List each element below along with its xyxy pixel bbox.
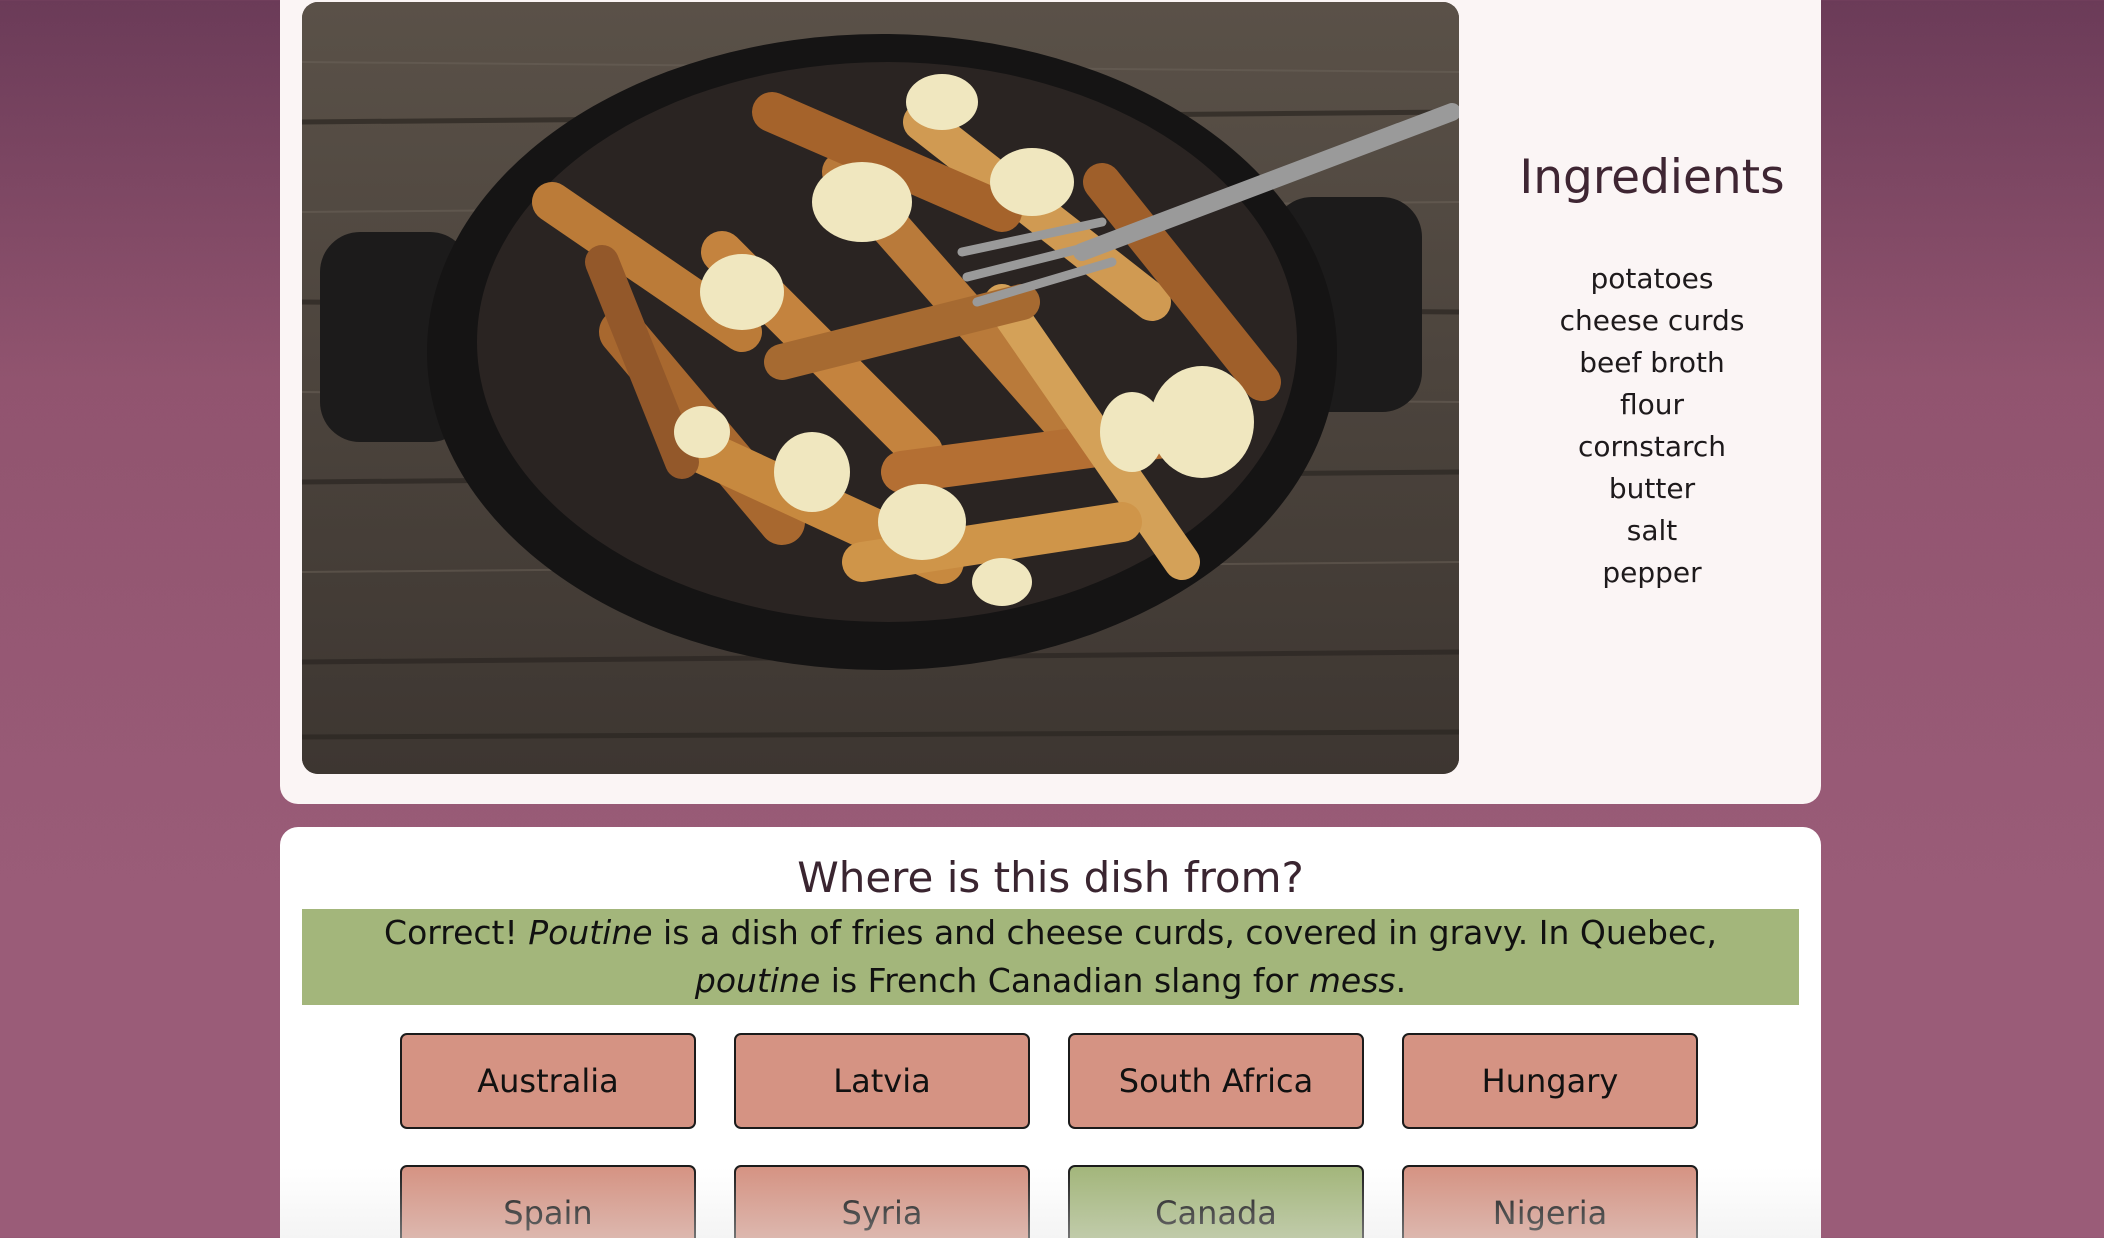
feedback-dish-lower: poutine bbox=[694, 961, 821, 1000]
feedback-banner: Correct! Poutine is a dish of fries and … bbox=[302, 909, 1799, 1005]
answer-button-canada[interactable]: Canada bbox=[1068, 1165, 1364, 1238]
quiz-card: Where is this dish from? Correct! Poutin… bbox=[280, 827, 1821, 1238]
feedback-middle: is a dish of fries and cheese curds, cov… bbox=[652, 913, 1717, 952]
ingredient-item: butter bbox=[1608, 472, 1696, 505]
ingredient-item: salt bbox=[1626, 514, 1678, 547]
feedback-word: mess bbox=[1308, 961, 1396, 1000]
feedback-middle2: is French Canadian slang for bbox=[820, 961, 1309, 1000]
answer-button-nigeria[interactable]: Nigeria bbox=[1402, 1165, 1698, 1238]
answer-button-syria[interactable]: Syria bbox=[734, 1165, 1030, 1238]
ingredient-item: cheese curds bbox=[1559, 304, 1745, 337]
ingredient-item: potatoes bbox=[1590, 262, 1714, 295]
ingredient-item: flour bbox=[1619, 388, 1685, 421]
answer-button-hungary[interactable]: Hungary bbox=[1402, 1033, 1698, 1129]
ingredient-item: beef broth bbox=[1579, 346, 1725, 379]
ingredient-item: cornstarch bbox=[1577, 430, 1727, 463]
feedback-prefix: Correct! bbox=[384, 913, 529, 952]
ingredient-item: pepper bbox=[1602, 556, 1702, 589]
answer-button-spain[interactable]: Spain bbox=[400, 1165, 696, 1238]
quiz-question: Where is this dish from? bbox=[797, 853, 1304, 902]
answer-button-latvia[interactable]: Latvia bbox=[734, 1033, 1030, 1129]
dish-card: Ingredients potatoes cheese curds beef b… bbox=[280, 0, 1821, 804]
ingredients-title: Ingredients bbox=[1519, 150, 1785, 205]
dish-photo bbox=[302, 2, 1459, 774]
feedback-dish: Poutine bbox=[528, 913, 653, 952]
feedback-suffix: . bbox=[1395, 961, 1407, 1000]
poutine-image bbox=[302, 2, 1459, 774]
answer-button-south-africa[interactable]: South Africa bbox=[1068, 1033, 1364, 1129]
answer-button-australia[interactable]: Australia bbox=[400, 1033, 696, 1129]
ingredients-list: potatoes cheese curds beef broth flour c… bbox=[1502, 258, 1802, 594]
